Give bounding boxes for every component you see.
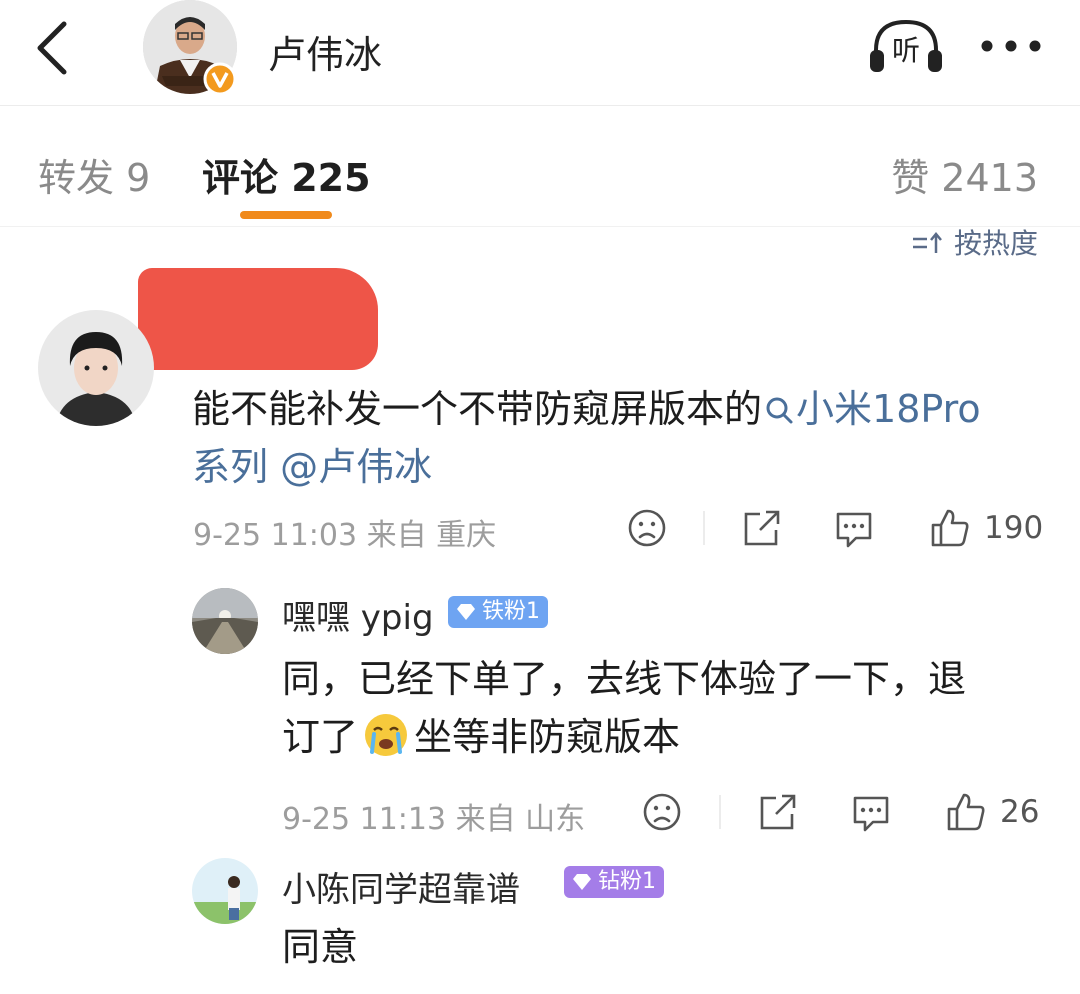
dislike-face-icon[interactable] (640, 790, 684, 834)
thumbs-up-icon[interactable] (928, 505, 972, 549)
share-icon[interactable] (756, 790, 800, 834)
diamond-icon (457, 604, 475, 620)
dislike-face-icon[interactable] (625, 506, 669, 550)
svg-text:听: 听 (892, 34, 920, 67)
author-avatar[interactable] (140, 0, 240, 96)
share-icon[interactable] (740, 506, 784, 550)
headphones-listen-icon[interactable]: 听 (866, 16, 946, 76)
reply-text: 同，已经下单了，去线下体验了一下，退 订了 坐等非防窥版本 (282, 657, 967, 759)
tab-likes[interactable]: 赞 2413 (891, 147, 1038, 202)
reply-text: 同意 (282, 925, 359, 969)
chevron-left-icon[interactable] (28, 18, 78, 78)
reply-avatar[interactable] (192, 588, 258, 654)
comment-text: 能不能补发一个不带防窥屏版本的 小米18Pro系列 @卢伟冰 (192, 380, 1002, 496)
sort-icon (913, 232, 943, 253)
tab-bar: 转发 9 评论 225 赞 2413 (0, 107, 1080, 227)
comment-meta: 9-25 11:03 来自 重庆 (193, 518, 497, 553)
active-tab-indicator (240, 211, 332, 219)
reply-avatar[interactable] (192, 858, 258, 924)
reply-bubble-icon[interactable] (832, 506, 876, 550)
commenter-avatar[interactable] (38, 310, 154, 426)
redacted-username (138, 268, 378, 370)
reply-bubble-icon[interactable] (849, 790, 893, 834)
more-horizontal-icon[interactable] (978, 26, 1044, 66)
reply-meta: 9-25 11:13 来自 山东 (282, 802, 586, 837)
thumbs-up-icon[interactable] (944, 789, 988, 833)
divider (719, 795, 721, 829)
like-count: 190 (984, 510, 1044, 546)
tab-comments[interactable]: 评论 225 (202, 147, 371, 202)
reply-username[interactable]: 嘿嘿 ypig (282, 590, 434, 639)
diamond-icon (573, 874, 591, 890)
comment-body: 能不能补发一个不带防窥屏版本的 (192, 387, 763, 431)
tab-forward[interactable]: 转发 9 (38, 147, 150, 202)
sort-toggle[interactable]: 按热度 (911, 222, 1038, 262)
crying-face-icon (365, 714, 408, 756)
top-bar: 卢伟冰 听 (0, 0, 1080, 106)
search-icon (766, 397, 793, 424)
like-count: 26 (1000, 794, 1040, 830)
divider (703, 511, 705, 545)
mention-link[interactable]: @卢伟冰 (280, 445, 432, 489)
fan-badge: 钻粉1 (564, 866, 664, 898)
reply-username[interactable]: 小陈同学超靠谱 (282, 862, 520, 911)
author-name[interactable]: 卢伟冰 (268, 24, 382, 79)
fan-badge: 铁粉1 (448, 596, 548, 628)
sort-label: 按热度 (953, 227, 1038, 260)
